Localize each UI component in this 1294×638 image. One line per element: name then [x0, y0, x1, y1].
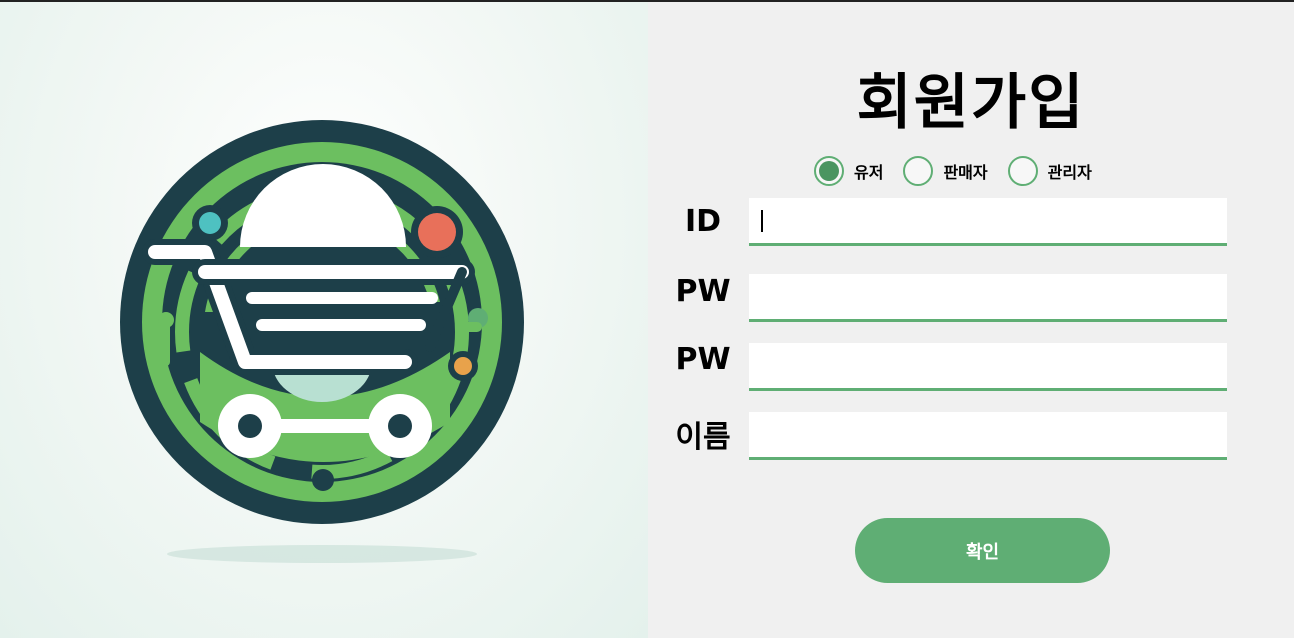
- page-title: 회원가입: [856, 68, 1086, 138]
- radio-admin-icon[interactable]: [1007, 156, 1038, 186]
- role-label-user: 유저: [854, 163, 884, 182]
- role-label-admin: 관리자: [1047, 163, 1092, 182]
- password-confirm-input[interactable]: [749, 343, 1227, 391]
- role-option-user[interactable]: 유저: [814, 156, 883, 186]
- radio-selected-dot: [819, 161, 839, 181]
- name-label: 이름: [675, 420, 731, 455]
- signup-window: 회원가입 유저 판매자 관리자 ID PW PW 이름 확인: [0, 0, 1294, 638]
- text-cursor: [761, 210, 763, 232]
- role-radio-group: 유저 판매자 관리자: [814, 152, 1112, 190]
- role-option-seller[interactable]: 판매자: [903, 156, 988, 186]
- name-input[interactable]: [749, 412, 1227, 460]
- radio-seller-icon[interactable]: [903, 156, 934, 186]
- role-option-admin[interactable]: 관리자: [1007, 156, 1092, 186]
- password-input[interactable]: [749, 274, 1227, 322]
- radio-user-icon[interactable]: [814, 156, 844, 186]
- logo-panel: [0, 2, 648, 638]
- shopping-cart-logo-icon: [120, 120, 524, 563]
- password-confirm-label: PW: [675, 342, 731, 377]
- id-input[interactable]: [749, 198, 1227, 246]
- id-label: ID: [684, 204, 722, 239]
- role-label-seller: 판매자: [943, 163, 988, 182]
- signup-form-panel: 회원가입 유저 판매자 관리자 ID PW PW 이름 확인: [648, 2, 1294, 638]
- confirm-button[interactable]: 확인: [855, 518, 1110, 583]
- password-label: PW: [675, 274, 731, 309]
